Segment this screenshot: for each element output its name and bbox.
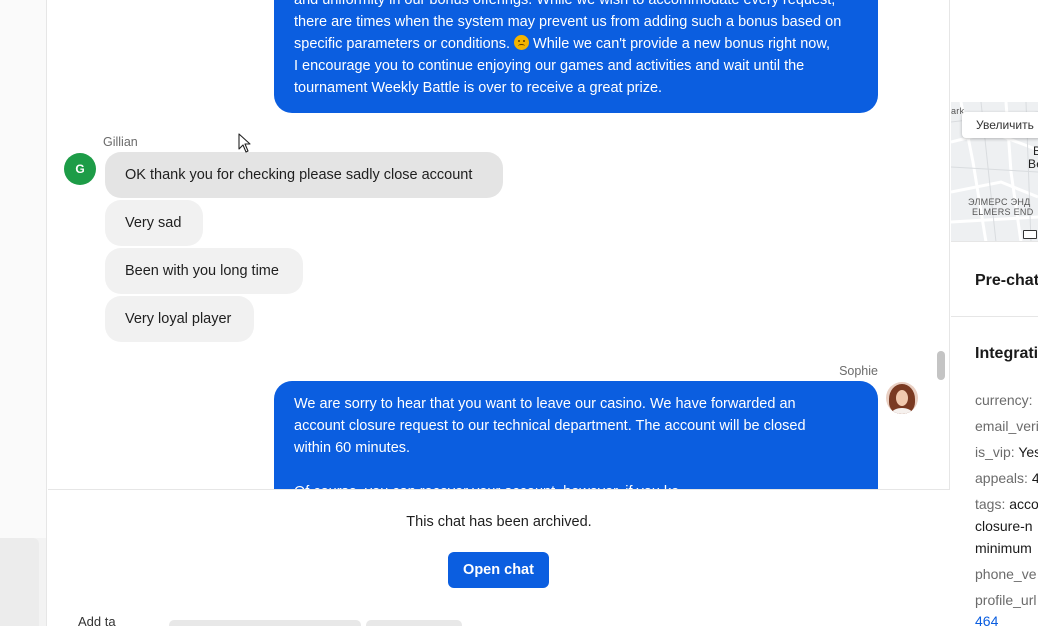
map-district-label: ELMERS END <box>972 207 1034 217</box>
prechat-section-title[interactable]: Pre-chat <box>975 272 1038 290</box>
message-line: We are sorry to hear that you want to le… <box>294 396 796 412</box>
field-currency: currency: <box>975 389 1033 411</box>
agent-avatar <box>886 382 918 414</box>
customer-message-bubble[interactable]: OK thank you for checking please sadly c… <box>105 152 503 198</box>
field-key: currency: <box>975 392 1033 408</box>
left-gutter <box>0 0 47 626</box>
message-line: tournament Weekly Battle is over to rece… <box>294 80 663 96</box>
archive-panel: This chat has been archived. Open chat A… <box>48 489 950 626</box>
details-sidebar: ark Увеличить B Be ЭЛМЕРС ЭНД ELMERS END… <box>951 0 1038 626</box>
field-value: 4 <box>1031 470 1038 486</box>
agent-name: Sophie <box>839 364 878 378</box>
add-tag-link[interactable]: Add ta <box>78 614 116 626</box>
integrations-section-title[interactable]: Integrati <box>975 345 1038 363</box>
message-line: Of course, you can recover your account,… <box>294 481 858 489</box>
gutter-top <box>0 0 46 538</box>
zoom-in-button[interactable]: Увеличить <box>962 112 1038 138</box>
message-text: specific parameters or conditions. <box>294 36 510 52</box>
field-key: phone_ve <box>975 566 1037 582</box>
field-value: minimum <box>975 540 1032 556</box>
field-phone-verified: phone_ve <box>975 563 1037 585</box>
field-value: acco <box>1009 496 1038 512</box>
chat-area: and uniformity in our bonus offerings. W… <box>48 0 950 626</box>
customer-avatar: G <box>64 153 96 185</box>
field-key: profile_url <box>975 592 1037 608</box>
customer-name: Gillian <box>103 135 138 149</box>
field-profile-url: profile_url <box>975 589 1036 611</box>
field-tags-continued: minimum <box>975 537 1032 559</box>
gutter-panel <box>0 538 39 626</box>
map-label: B <box>1033 144 1038 158</box>
customer-message-bubble[interactable]: Very sad <box>105 200 203 246</box>
archived-notice: This chat has been archived. <box>406 514 592 530</box>
message-line: and uniformity in our bonus offerings. W… <box>294 0 836 8</box>
keyboard-icon[interactable] <box>1023 230 1037 239</box>
message-list[interactable]: and uniformity in our bonus offerings. W… <box>48 0 950 489</box>
profile-url-link[interactable]: 464 <box>975 613 998 626</box>
field-email-verified: email_veri <box>975 415 1038 437</box>
map-district-label: ЭЛМЕРС ЭНД <box>968 197 1031 207</box>
message-line: account closure request to our technical… <box>294 418 806 434</box>
field-value: closure-n <box>975 518 1033 534</box>
field-tags-continued: closure-n <box>975 515 1033 537</box>
customer-message-bubble[interactable]: Been with you long time <box>105 248 303 294</box>
message-text: While we can't provide a new bonus right… <box>529 36 831 52</box>
field-appeals: appeals: 4 <box>975 467 1038 489</box>
message-line: there are times when the system may prev… <box>294 14 842 30</box>
tag-chip[interactable] <box>366 620 462 626</box>
field-tags: tags: acco <box>975 493 1038 515</box>
message-line: I encourage you to continue enjoying our… <box>294 58 805 74</box>
open-chat-button[interactable]: Open chat <box>448 552 549 588</box>
message-line: specific parameters or conditions. While… <box>294 33 858 55</box>
mouse-cursor-icon <box>238 133 251 153</box>
tag-chip[interactable] <box>169 620 361 626</box>
message-line: within 60 minutes. <box>294 440 411 456</box>
sad-face-emoji-icon <box>514 35 530 50</box>
field-profile-url-value: 464 <box>975 610 998 626</box>
field-key: tags: <box>975 496 1006 512</box>
location-map[interactable]: ark Увеличить B Be ЭЛМЕРС ЭНД ELMERS END <box>951 102 1038 242</box>
field-value: Yes <box>1018 444 1038 460</box>
scrollbar-thumb[interactable] <box>937 351 945 380</box>
field-key: appeals: <box>975 470 1028 486</box>
field-key: is_vip: <box>975 444 1015 460</box>
map-label: Be <box>1028 157 1038 171</box>
divider <box>951 316 1038 317</box>
field-is-vip: is_vip: Yes <box>975 441 1038 463</box>
agent-message-bubble: We are sorry to hear that you want to le… <box>274 381 878 489</box>
customer-message-bubble[interactable]: Very loyal player <box>105 296 254 342</box>
field-key: email_veri <box>975 418 1038 434</box>
agent-message-bubble: and uniformity in our bonus offerings. W… <box>274 0 878 113</box>
